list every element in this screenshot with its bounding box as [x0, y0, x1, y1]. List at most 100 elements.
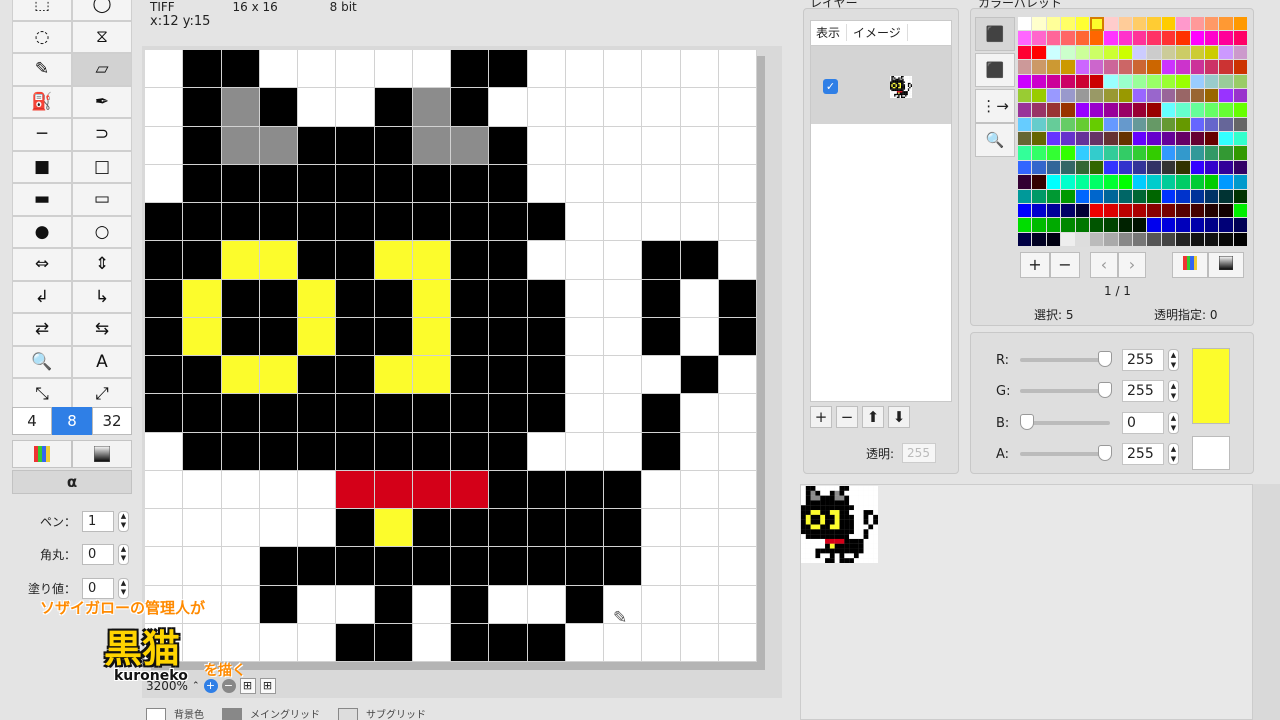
palette-swatch[interactable]	[1161, 17, 1177, 32]
palette-swatch[interactable]	[1133, 60, 1148, 75]
opacity-field[interactable]: 255	[902, 443, 937, 463]
palette-rainbow-button[interactable]	[1172, 252, 1208, 278]
palette-swatch[interactable]	[1176, 232, 1191, 247]
pixel-cell[interactable]	[298, 470, 337, 509]
palette-swatch[interactable]	[1133, 103, 1148, 118]
pixel-cell[interactable]	[145, 509, 184, 548]
pixel-cell[interactable]	[718, 50, 757, 89]
pixel-cell[interactable]	[565, 164, 604, 203]
pixel-cell[interactable]	[604, 279, 643, 318]
pixel-cell[interactable]	[183, 623, 222, 662]
pixel-cell[interactable]	[259, 317, 298, 356]
palette-swatch[interactable]	[1089, 31, 1105, 46]
pixel-cell[interactable]	[642, 432, 681, 471]
palette-swatch[interactable]	[1176, 203, 1191, 219]
palette-swatch[interactable]	[1118, 189, 1133, 204]
zoom-out-button[interactable]: −	[221, 679, 236, 693]
pixel-cell[interactable]	[412, 470, 451, 509]
palette-swatch[interactable]	[1204, 117, 1220, 132]
pixel-cell[interactable]	[489, 126, 528, 165]
pixel-cell[interactable]	[259, 203, 298, 242]
pixel-cell[interactable]	[642, 203, 681, 242]
pixel-cell[interactable]	[565, 126, 604, 165]
flip-horizontal-tool[interactable]: ⇔	[12, 248, 72, 281]
green-stepper[interactable]: ▲ ▼	[1168, 380, 1179, 402]
palette-swatch[interactable]	[1118, 74, 1133, 89]
palette-swatch[interactable]	[1032, 132, 1047, 147]
palette-swatch[interactable]	[1118, 117, 1133, 132]
palette-swatch[interactable]	[1046, 175, 1062, 190]
pixel-cell[interactable]	[374, 356, 413, 395]
pixel-cell[interactable]	[412, 50, 451, 89]
palette-swatch[interactable]	[1046, 17, 1062, 32]
palette-swatch[interactable]	[1032, 232, 1047, 247]
palette-swatch[interactable]	[1118, 31, 1133, 46]
pixel-cell[interactable]	[527, 623, 566, 662]
pixel-cell[interactable]	[412, 356, 451, 395]
palette-swatch[interactable]	[1133, 88, 1148, 104]
pixel-cell[interactable]	[489, 509, 528, 548]
zoom-tool[interactable]: 🔍	[12, 345, 72, 378]
palette-swatch[interactable]	[1118, 103, 1133, 118]
text-tool[interactable]: A	[72, 345, 132, 378]
pixel-cell[interactable]	[642, 470, 681, 509]
layer-col-image[interactable]: イメージ	[847, 24, 908, 41]
pixel-cell[interactable]	[489, 241, 528, 280]
palette-swatch[interactable]	[1089, 17, 1105, 32]
pixel-cell[interactable]	[298, 126, 337, 165]
palette-swatch[interactable]	[1219, 132, 1234, 147]
pixel-cell[interactable]	[374, 203, 413, 242]
pen-size-field[interactable]: 1	[82, 510, 114, 532]
pixel-cell[interactable]	[718, 317, 757, 356]
pixel-cell[interactable]	[604, 547, 643, 586]
palette-swatch[interactable]	[1118, 232, 1133, 247]
palette-swatch[interactable]	[1233, 146, 1248, 161]
pixel-cell[interactable]	[336, 164, 375, 203]
red-slider-knob[interactable]	[1098, 351, 1112, 367]
palette-swatch[interactable]	[1133, 175, 1148, 190]
palette-swatch[interactable]	[1204, 103, 1220, 118]
palette-swatch[interactable]	[1075, 218, 1090, 233]
palette-swatch[interactable]	[1176, 146, 1191, 161]
pixel-cell[interactable]	[527, 241, 566, 280]
lasso-tool[interactable]: ◌	[12, 20, 72, 53]
pixel-cell[interactable]	[374, 50, 413, 89]
palette-swatch[interactable]	[1219, 189, 1234, 204]
pixel-cell[interactable]	[221, 279, 260, 318]
pixel-cell[interactable]	[145, 203, 184, 242]
pixel-cell[interactable]	[604, 356, 643, 395]
pixel-cell[interactable]	[183, 317, 222, 356]
pixel-cell[interactable]	[565, 470, 604, 509]
green-value-field[interactable]: 255	[1122, 380, 1164, 402]
pixel-cell[interactable]	[221, 509, 260, 548]
pixel-cell[interactable]	[489, 394, 528, 433]
pixel-cell[interactable]	[527, 470, 566, 509]
palette-swatch[interactable]	[1118, 160, 1133, 176]
pixel-cell[interactable]	[336, 88, 375, 127]
palette-swatch[interactable]	[1190, 103, 1205, 118]
pixel-cell[interactable]	[298, 394, 337, 433]
pixel-cell[interactable]	[642, 317, 681, 356]
pixel-cell[interactable]	[489, 203, 528, 242]
pixel-cell[interactable]	[680, 50, 719, 89]
pixel-cell[interactable]	[642, 394, 681, 433]
corner-radius-field[interactable]: 0	[82, 543, 114, 565]
palette-swatch[interactable]	[1233, 88, 1248, 104]
palette-swatch[interactable]	[1061, 160, 1076, 176]
palette-sort-button[interactable]: ⋮→	[975, 89, 1015, 123]
palette-swatch[interactable]	[1046, 203, 1062, 219]
pixel-cell[interactable]	[298, 279, 337, 318]
pixel-cell[interactable]	[604, 623, 643, 662]
palette-swatch[interactable]	[1233, 218, 1248, 233]
palette-swatch[interactable]	[1046, 74, 1062, 89]
pixel-cell[interactable]	[642, 509, 681, 548]
pixel-cell[interactable]	[298, 164, 337, 203]
palette-swatch[interactable]	[1176, 74, 1191, 89]
pencil-tool[interactable]: ✎	[12, 53, 72, 86]
pixel-cell[interactable]	[336, 241, 375, 280]
palette-swatch[interactable]	[1075, 132, 1090, 147]
palette-swatch[interactable]	[1204, 132, 1220, 147]
pixel-cell[interactable]	[259, 547, 298, 586]
pixel-cell[interactable]	[451, 356, 490, 395]
pixel-cell[interactable]	[604, 470, 643, 509]
